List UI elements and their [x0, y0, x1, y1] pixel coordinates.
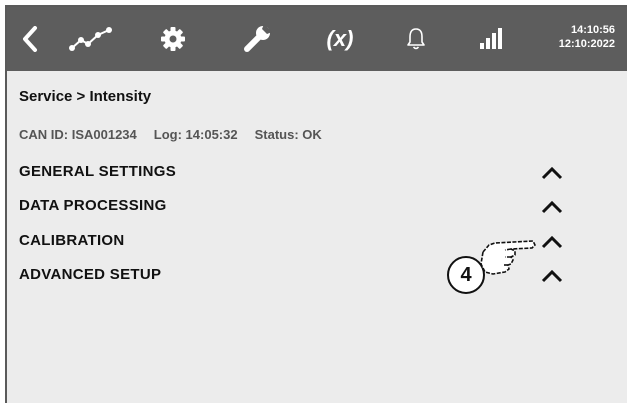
clock-time: 14:10:56 — [570, 24, 615, 36]
gear-icon[interactable] — [155, 7, 191, 71]
function-icon[interactable]: (x) — [315, 7, 365, 71]
section-data-processing[interactable]: DATA PROCESSING — [19, 197, 167, 214]
chevron-up-icon[interactable] — [540, 199, 564, 215]
section-advanced-setup[interactable]: ADVANCED SETUP — [19, 266, 161, 283]
section-general-settings[interactable]: GENERAL SETTINGS — [19, 163, 176, 180]
wrench-icon[interactable] — [237, 7, 277, 71]
chevron-up-icon[interactable] — [540, 165, 564, 181]
log-time-text: Log: 14:05:32 — [153, 127, 238, 142]
status-line: CAN ID: ISA001234 Log: 14:05:32 Status: OK — [19, 127, 339, 142]
back-icon[interactable] — [13, 7, 47, 71]
chevron-up-icon[interactable] — [540, 268, 564, 284]
chevron-up-icon[interactable] — [540, 234, 564, 250]
bell-icon[interactable] — [399, 7, 433, 71]
can-id-text: CAN ID: ISA001234 — [19, 127, 137, 142]
pointing-hand-icon — [480, 240, 536, 275]
status-text: Status: OK — [254, 127, 322, 142]
breadcrumb: Service > Intensity — [19, 88, 152, 105]
top-toolbar: (x) 14:10:56 12:10:2022 — [7, 7, 627, 71]
device-screen: (x) 14:10:56 12:10:2022 Service > Intens… — [5, 5, 627, 403]
clock-date: 12:10:2022 — [558, 38, 615, 50]
section-calibration[interactable]: CALIBRATION — [19, 232, 125, 249]
clock-display: 14:10:56 12:10:2022 — [559, 23, 615, 51]
trend-icon[interactable] — [63, 7, 119, 71]
signal-icon[interactable] — [473, 7, 509, 71]
